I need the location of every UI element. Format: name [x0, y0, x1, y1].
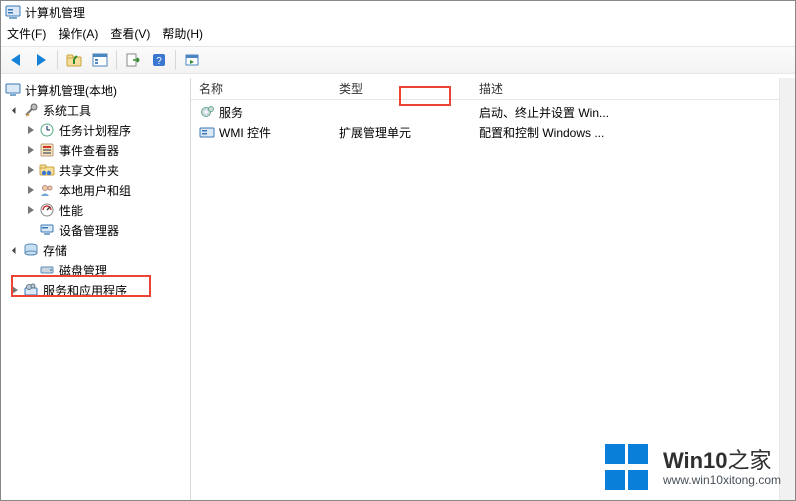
- column-desc[interactable]: 描述: [471, 78, 795, 99]
- expander-icon[interactable]: [25, 144, 37, 156]
- shared-folder-icon: [39, 162, 55, 178]
- menu-file[interactable]: 文件(F): [7, 25, 46, 42]
- tree-label: 存储: [41, 242, 69, 259]
- expander-icon[interactable]: [25, 184, 37, 196]
- clock-icon: [39, 122, 55, 138]
- tree-label: 性能: [57, 202, 85, 219]
- tree-label: 系统工具: [41, 102, 93, 119]
- forward-button[interactable]: [29, 49, 53, 71]
- performance-icon: [39, 202, 55, 218]
- expander-icon[interactable]: [25, 164, 37, 176]
- toolbar-separator: [116, 50, 117, 70]
- tree-label: 本地用户和组: [57, 182, 133, 199]
- users-icon: [39, 182, 55, 198]
- menu-view[interactable]: 查看(V): [110, 25, 150, 42]
- disk-icon: [39, 262, 55, 278]
- storage-icon: [23, 242, 39, 258]
- tools-icon: [23, 102, 39, 118]
- tree-label: 服务和应用程序: [41, 282, 129, 299]
- app-icon: [5, 4, 21, 20]
- expander-icon[interactable]: [9, 104, 21, 116]
- toolbar: ?: [1, 46, 795, 74]
- tree-label: 共享文件夹: [57, 162, 121, 179]
- expander-icon[interactable]: [25, 204, 37, 216]
- export-button[interactable]: [121, 49, 145, 71]
- toolbar-separator: [57, 50, 58, 70]
- list-row[interactable]: WMI 控件 扩展管理单元 配置和控制 Windows ...: [191, 122, 795, 142]
- show-tree-button[interactable]: [88, 49, 112, 71]
- tree-disk-management[interactable]: 磁盘管理: [1, 260, 190, 280]
- list-rows: 服务 启动、终止并设置 Win... WMI 控件 扩展管理单元 配置和控制 W…: [191, 100, 795, 142]
- watermark: Win10之家 www.win10xitong.com: [605, 444, 781, 492]
- tree-system-tools[interactable]: 系统工具: [1, 100, 190, 120]
- expander-icon[interactable]: [25, 124, 37, 136]
- tree-root[interactable]: 计算机管理(本地): [1, 80, 190, 100]
- computer-icon: [5, 82, 21, 98]
- tree-label: 事件查看器: [57, 142, 121, 159]
- tree-services-apps[interactable]: 服务和应用程序: [1, 280, 190, 300]
- column-name[interactable]: 名称: [191, 78, 331, 99]
- tree-pane: 计算机管理(本地) 系统工具 任务计划程序 事件查看器: [1, 78, 191, 500]
- expander-icon[interactable]: [9, 244, 21, 256]
- tree-label: 设备管理器: [57, 222, 121, 239]
- action-button[interactable]: [180, 49, 204, 71]
- expander-icon[interactable]: [9, 284, 21, 296]
- tree-shared-folders[interactable]: 共享文件夹: [1, 160, 190, 180]
- cell-name: 服务: [219, 104, 243, 121]
- services-icon: [23, 282, 39, 298]
- back-button[interactable]: [3, 49, 27, 71]
- cell-name: WMI 控件: [219, 124, 271, 141]
- gear-icon: [199, 104, 215, 120]
- event-icon: [39, 142, 55, 158]
- tree-label: 磁盘管理: [57, 262, 109, 279]
- cell-desc: 启动、终止并设置 Win...: [479, 104, 609, 121]
- tree-local-users[interactable]: 本地用户和组: [1, 180, 190, 200]
- menu-bar: 文件(F) 操作(A) 查看(V) 帮助(H): [1, 23, 795, 46]
- client-area: 计算机管理(本地) 系统工具 任务计划程序 事件查看器: [1, 78, 795, 500]
- windows-logo-icon: [605, 444, 653, 492]
- up-button[interactable]: [62, 49, 86, 71]
- svg-text:?: ?: [156, 56, 162, 67]
- tree-device-manager[interactable]: 设备管理器: [1, 220, 190, 240]
- tree-storage[interactable]: 存储: [1, 240, 190, 260]
- device-icon: [39, 222, 55, 238]
- help-button[interactable]: ?: [147, 49, 171, 71]
- watermark-title: Win10之家: [663, 448, 781, 473]
- watermark-url: www.win10xitong.com: [663, 474, 781, 488]
- tree-task-scheduler[interactable]: 任务计划程序: [1, 120, 190, 140]
- list-row[interactable]: 服务 启动、终止并设置 Win...: [191, 102, 795, 122]
- menu-action[interactable]: 操作(A): [58, 25, 98, 42]
- wmi-icon: [199, 124, 215, 140]
- tree-label: 计算机管理(本地): [23, 82, 119, 99]
- cell-type: 扩展管理单元: [339, 124, 411, 141]
- vertical-scrollbar[interactable]: [779, 78, 795, 500]
- cell-desc: 配置和控制 Windows ...: [479, 124, 604, 141]
- list-pane: 名称 类型 描述 服务 启动、终止并设置 Win...: [191, 78, 795, 500]
- title-bar: 计算机管理: [1, 1, 795, 23]
- window-title: 计算机管理: [25, 4, 85, 21]
- menu-help[interactable]: 帮助(H): [162, 25, 203, 42]
- column-type[interactable]: 类型: [331, 78, 471, 99]
- tree-label: 任务计划程序: [57, 122, 133, 139]
- tree-event-viewer[interactable]: 事件查看器: [1, 140, 190, 160]
- column-headers: 名称 类型 描述: [191, 78, 795, 100]
- toolbar-separator: [175, 50, 176, 70]
- tree-performance[interactable]: 性能: [1, 200, 190, 220]
